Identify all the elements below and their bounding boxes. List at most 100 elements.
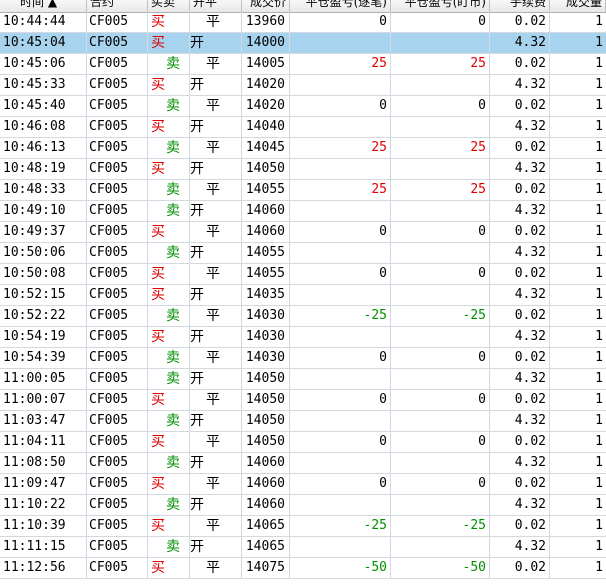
table-row[interactable]: 11:12:56 CF005 买平 14075 -50 -50 0.02 1: [0, 558, 606, 579]
cell-side: 买: [148, 558, 190, 578]
cell-price: 14075: [242, 558, 290, 578]
table-row[interactable]: 10:46:08 CF005 买开 14040 4.32 1: [0, 117, 606, 138]
cell-price: 14050: [242, 432, 290, 452]
table-row[interactable]: 11:03:47 CF005 卖开 14050 4.32 1: [0, 411, 606, 432]
cell-fee: 4.32: [490, 75, 550, 95]
cell-contract: CF005: [87, 558, 148, 578]
cell-contract: CF005: [87, 516, 148, 536]
table-row[interactable]: 10:48:19 CF005 买开 14050 4.32 1: [0, 159, 606, 180]
cell-pnl-market: 25: [391, 54, 490, 74]
cell-open-close: 平: [190, 12, 242, 32]
cell-price: 14065: [242, 537, 290, 557]
cell-time: 10:54:19: [0, 327, 87, 347]
cell-side: 买: [148, 327, 190, 347]
table-row[interactable]: 10:45:40 CF005 卖平 14020 0 0 0.02 1: [0, 96, 606, 117]
cell-qty: 1: [595, 308, 603, 323]
cell-fee: 4.32: [490, 159, 550, 179]
cell-fee: 0.02: [490, 138, 550, 158]
cell-pnl-trade: 0: [290, 96, 391, 116]
cell-contract: CF005: [87, 348, 148, 368]
cell-open-close: 开: [190, 537, 242, 557]
cell-pnl-market: -50: [391, 558, 490, 578]
column-header-pnl-market[interactable]: 平仓盈亏(盯市): [391, 0, 490, 12]
table-row[interactable]: 11:00:05 CF005 卖开 14050 4.32 1: [0, 369, 606, 390]
cell-pnl-market: 0: [391, 96, 490, 116]
cell-pnl-trade: [290, 33, 391, 53]
column-header-open-close[interactable]: 开平: [190, 0, 242, 12]
cell-pnl-market: [391, 411, 490, 431]
cell-side: 卖: [148, 243, 190, 263]
cell-pnl-trade: [290, 117, 391, 137]
cell-price: 14065: [242, 516, 290, 536]
cell-contract: CF005: [87, 264, 148, 284]
cell-open-close: 平: [190, 138, 242, 158]
cell-open-close: 开: [190, 495, 242, 515]
column-header-qty[interactable]: 成交量: [550, 0, 606, 12]
cell-side: 买: [148, 75, 190, 95]
cell-contract: CF005: [87, 138, 148, 158]
cell-open-close: 开: [190, 75, 242, 95]
table-row[interactable]: 10:50:08 CF005 买平 14055 0 0 0.02 1: [0, 264, 606, 285]
cell-pnl-trade: [290, 285, 391, 305]
cell-time: 11:12:56: [0, 558, 87, 578]
table-row[interactable]: 10:45:33 CF005 买开 14020 4.32 1: [0, 75, 606, 96]
cell-fee: 0.02: [490, 222, 550, 242]
table-row[interactable]: 10:52:15 CF005 买开 14035 4.32 1: [0, 285, 606, 306]
table-row[interactable]: 10:48:33 CF005 卖平 14055 25 25 0.02 1: [0, 180, 606, 201]
column-header-price[interactable]: 成交价: [242, 0, 290, 12]
cell-qty: 1: [595, 497, 603, 512]
table-row[interactable]: 11:04:11 CF005 买平 14050 0 0 0.02 1: [0, 432, 606, 453]
cell-qty: 1: [595, 371, 603, 386]
column-header-time[interactable]: 时间 ▲: [17, 0, 87, 12]
cell-pnl-market: [391, 243, 490, 263]
cell-contract: CF005: [87, 33, 148, 53]
table-row[interactable]: 10:54:19 CF005 买开 14030 4.32 1: [0, 327, 606, 348]
cell-side: 买: [148, 33, 190, 53]
table-row[interactable]: 10:49:37 CF005 买平 14060 0 0 0.02 1: [0, 222, 606, 243]
table-row[interactable]: 11:00:07 CF005 买平 14050 0 0 0.02 1: [0, 390, 606, 411]
cell-side: 买: [148, 12, 190, 32]
cell-time: 10:50:08: [0, 264, 87, 284]
cell-pnl-trade: 0: [290, 264, 391, 284]
table-row[interactable]: 10:52:22 CF005 卖平 14030 -25 -25 0.02 1: [0, 306, 606, 327]
table-row[interactable]: 10:54:39 CF005 卖平 14030 0 0 0.02 1: [0, 348, 606, 369]
cell-price: 14055: [242, 243, 290, 263]
cell-pnl-trade: [290, 201, 391, 221]
cell-pnl-trade: [290, 453, 391, 473]
table-row[interactable]: 10:50:06 CF005 卖开 14055 4.32 1: [0, 243, 606, 264]
table-row[interactable]: 10:44:44 CF005 买平 13960 0 0 0.02 1: [0, 12, 606, 33]
table-row[interactable]: 11:09:47 CF005 买平 14060 0 0 0.02 1: [0, 474, 606, 495]
column-header-contract[interactable]: 合约: [87, 0, 148, 12]
table-row[interactable]: 10:45:04 CF005 买开 14000 4.32 1: [0, 33, 606, 54]
cell-time: 10:49:37: [0, 222, 87, 242]
cell-pnl-trade: [290, 327, 391, 347]
cell-qty: 1: [595, 518, 603, 533]
table-row[interactable]: 11:11:15 CF005 卖开 14065 4.32 1: [0, 537, 606, 558]
cell-pnl-trade: [290, 159, 391, 179]
cell-qty: 1: [595, 434, 603, 449]
cell-contract: CF005: [87, 306, 148, 326]
cell-qty: 1: [595, 455, 603, 470]
column-header-pnl-trade[interactable]: 平仓盈亏(逐笔): [290, 0, 391, 12]
cell-side: 买: [148, 117, 190, 137]
table-row[interactable]: 10:49:10 CF005 卖开 14060 4.32 1: [0, 201, 606, 222]
cell-contract: CF005: [87, 180, 148, 200]
cell-side: 卖: [148, 201, 190, 221]
table-row[interactable]: 10:46:13 CF005 卖平 14045 25 25 0.02 1: [0, 138, 606, 159]
cell-fee: 0.02: [490, 306, 550, 326]
cell-price: 14050: [242, 411, 290, 431]
cell-time: 11:08:50: [0, 453, 87, 473]
cell-contract: CF005: [87, 285, 148, 305]
cell-contract: CF005: [87, 537, 148, 557]
cell-open-close: 平: [190, 264, 242, 284]
cell-time: 10:48:19: [0, 159, 87, 179]
table-row[interactable]: 10:45:06 CF005 卖平 14005 25 25 0.02 1: [0, 54, 606, 75]
cell-price: 14020: [242, 75, 290, 95]
table-row[interactable]: 11:10:39 CF005 买平 14065 -25 -25 0.02 1: [0, 516, 606, 537]
table-row[interactable]: 11:08:50 CF005 卖开 14060 4.32 1: [0, 453, 606, 474]
cell-qty: 1: [595, 119, 603, 134]
table-row[interactable]: 11:10:22 CF005 卖开 14060 4.32 1: [0, 495, 606, 516]
column-header-fee[interactable]: 手续费: [490, 0, 550, 12]
cell-pnl-market: [391, 159, 490, 179]
column-header-side[interactable]: 买卖: [148, 0, 190, 12]
